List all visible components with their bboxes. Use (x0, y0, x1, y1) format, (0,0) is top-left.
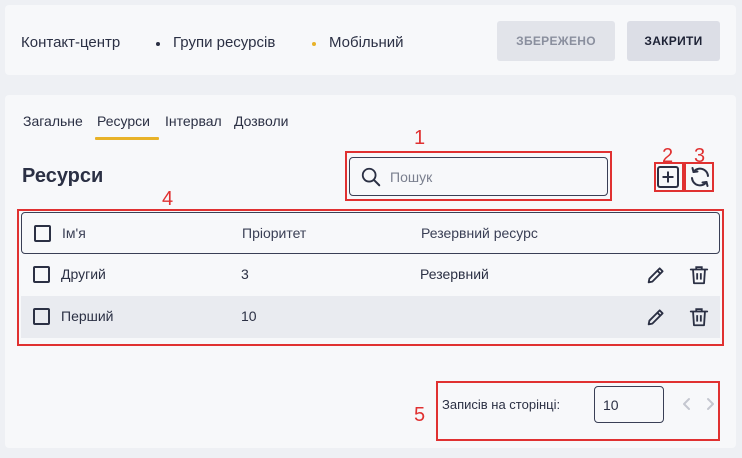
tab-interval[interactable]: Інтервал (165, 113, 222, 129)
breadcrumb-contact-center[interactable]: Контакт-центр (21, 34, 120, 51)
annotation-label: 1 (414, 127, 426, 149)
tab-resources[interactable]: Ресурси (97, 113, 150, 129)
tab-general[interactable]: Загальне (23, 113, 83, 129)
annotation-label: 2 (662, 145, 674, 167)
top-bar: Контакт-центр Групи ресурсів Мобільний З… (5, 5, 736, 75)
annotation-label: 3 (694, 145, 706, 167)
annotation-box-search (345, 151, 612, 201)
tab-permissions[interactable]: Дозволи (234, 113, 288, 129)
breadcrumb-resource-groups[interactable]: Групи ресурсів (173, 34, 275, 51)
active-tab-indicator (95, 137, 159, 140)
breadcrumb-separator-dot (156, 42, 160, 46)
annotation-box-pagination (436, 381, 720, 441)
saved-button[interactable]: ЗБЕРЕЖЕНО (497, 21, 615, 61)
annotation-label: 4 (162, 188, 174, 210)
section-title: Ресурси (22, 165, 104, 187)
close-button[interactable]: ЗАКРИТИ (627, 21, 720, 61)
breadcrumb-current: Мобільний (329, 34, 404, 51)
breadcrumb-active-dot (312, 42, 316, 46)
annotation-label: 5 (414, 404, 426, 426)
annotation-box-table (17, 209, 724, 346)
